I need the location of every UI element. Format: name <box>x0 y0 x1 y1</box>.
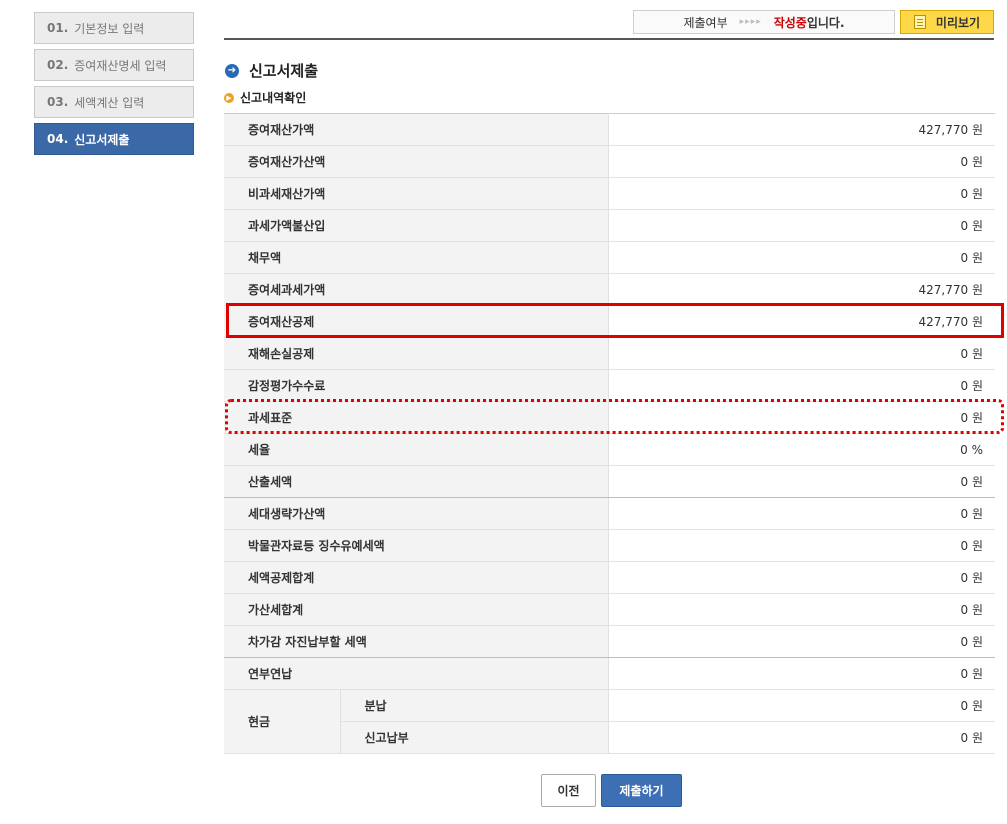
row-label: 증여재산가산액 <box>224 145 609 178</box>
row-value: 0 % <box>608 433 995 466</box>
row-value: 0 원 <box>608 177 995 210</box>
row-value: 0 원 <box>608 401 995 434</box>
table-row: 증여재산공제 427,770 원 <box>224 305 995 338</box>
table-row: 재해손실공제 0 원 <box>224 337 995 370</box>
step-number: 03. <box>47 95 69 109</box>
table-row: 세대생략가산액 0 원 <box>224 497 995 530</box>
table-row: 가산세합계 0 원 <box>224 593 995 626</box>
status-arrows-icon: ▸▸▸▸ <box>739 17 762 27</box>
row-value: 0 원 <box>608 721 995 754</box>
table-row: 차가감 자진납부할 세액 0 원 <box>224 625 995 658</box>
return-summary-table: 증여재산가액 427,770 원 증여재산가산액 0 원 비과세재산가액 0 원 과세가액불… <box>224 113 995 754</box>
step-label: 증여재산명세 입력 <box>74 58 167 73</box>
row-value: 0 원 <box>608 465 995 498</box>
step-number: 02. <box>47 58 69 72</box>
step-item-basic-info[interactable]: 01. 기본정보 입력 <box>34 12 194 44</box>
row-label: 세율 <box>224 433 609 466</box>
table-row: 증여재산가액 427,770 원 <box>224 113 995 146</box>
table-row: 신고납부 0 원 <box>224 721 995 754</box>
row-label: 차가감 자진납부할 세액 <box>224 625 609 658</box>
table-row: 증여재산가산액 0 원 <box>224 145 995 178</box>
document-icon <box>913 15 926 29</box>
row-label: 과세가액불산입 <box>224 209 609 242</box>
row-value: 0 원 <box>608 337 995 370</box>
row-label: 감정평가수수료 <box>224 369 609 402</box>
table-row: 증여세과세가액 427,770 원 <box>224 273 995 306</box>
row-value: 0 원 <box>608 369 995 402</box>
step-number: 01. <box>47 21 69 35</box>
row-label: 증여재산가액 <box>224 113 609 146</box>
row-label: 재해손실공제 <box>224 337 609 370</box>
table-row: 과세표준 0 원 <box>224 401 995 434</box>
row-value: 0 원 <box>608 497 995 530</box>
preview-label: 미리보기 <box>935 15 981 30</box>
row-label: 신고납부 <box>340 721 609 754</box>
table-row: 감정평가수수료 0 원 <box>224 369 995 402</box>
step-item-submit-return[interactable]: 04. 신고서제출 <box>34 123 194 155</box>
row-value: 0 원 <box>608 657 995 690</box>
row-value: 0 원 <box>608 561 995 594</box>
row-label: 과세표준 <box>224 401 609 434</box>
arrow-circle-icon: ➔ <box>225 63 239 78</box>
prev-button[interactable]: 이전 <box>541 774 596 807</box>
submission-status-box: 제출여부 ▸▸▸▸ 작성중 입니다. <box>633 10 895 34</box>
table-row: 산출세액 0 원 <box>224 465 995 498</box>
row-label: 증여재산공제 <box>224 305 609 338</box>
table-row: 세액공제합계 0 원 <box>224 561 995 594</box>
step-number: 04. <box>47 132 69 146</box>
step-label: 기본정보 입력 <box>74 21 145 36</box>
table-row: 채무액 0 원 <box>224 241 995 274</box>
row-label: 연부연납 <box>224 657 609 690</box>
table-row: 비과세재산가액 0 원 <box>224 177 995 210</box>
row-value: 0 원 <box>608 241 995 274</box>
row-value: 0 원 <box>608 689 995 722</box>
row-value: 0 원 <box>608 593 995 626</box>
step-label: 신고서제출 <box>74 132 130 147</box>
row-label: 산출세액 <box>224 465 609 498</box>
section-title-text: 신고내역확인 <box>240 91 307 105</box>
row-value: 0 원 <box>608 625 995 658</box>
table-row: 과세가액불산입 0 원 <box>224 209 995 242</box>
row-value: 0 원 <box>608 209 995 242</box>
step-label: 세액계산 입력 <box>74 95 145 110</box>
row-value: 427,770 원 <box>608 273 995 306</box>
row-label: 박물관자료등 징수유예세액 <box>224 529 609 562</box>
status-label: 제출여부 <box>683 15 728 30</box>
page-title: ➔ 신고서제출 <box>225 60 318 81</box>
row-label: 증여세과세가액 <box>224 273 609 306</box>
status-suffix: 입니다. <box>806 15 845 30</box>
header-divider <box>224 38 994 40</box>
page-title-text: 신고서제출 <box>249 62 319 80</box>
table-row: 현금 분납 0 원 <box>224 689 995 754</box>
submit-button[interactable]: 제출하기 <box>601 774 682 807</box>
row-label: 비과세재산가액 <box>224 177 609 210</box>
status-state: 작성중 <box>773 15 807 30</box>
row-value: 427,770 원 <box>608 113 995 146</box>
row-label: 채무액 <box>224 241 609 274</box>
table-row: 박물관자료등 징수유예세액 0 원 <box>224 529 995 562</box>
row-value: 0 원 <box>608 145 995 178</box>
row-label: 세액공제합계 <box>224 561 609 594</box>
table-row: 세율 0 % <box>224 433 995 466</box>
row-label: 세대생략가산액 <box>224 497 609 530</box>
table-row: 연부연납 0 원 <box>224 657 995 690</box>
cash-group-label: 현금 <box>224 689 341 754</box>
step-item-tax-calc[interactable]: 03. 세액계산 입력 <box>34 86 194 118</box>
preview-button[interactable]: 미리보기 <box>900 10 994 34</box>
step-item-gift-property[interactable]: 02. 증여재산명세 입력 <box>34 49 194 81</box>
bullet-icon: ▶ <box>224 92 234 103</box>
step-sidebar: 01. 기본정보 입력 02. 증여재산명세 입력 03. 세액계산 입력 04… <box>34 12 194 160</box>
section-title: ▶ 신고내역확인 <box>224 89 306 106</box>
row-value: 427,770 원 <box>608 305 995 338</box>
row-value: 0 원 <box>608 529 995 562</box>
row-label: 분납 <box>340 689 609 722</box>
row-label: 가산세합계 <box>224 593 609 626</box>
